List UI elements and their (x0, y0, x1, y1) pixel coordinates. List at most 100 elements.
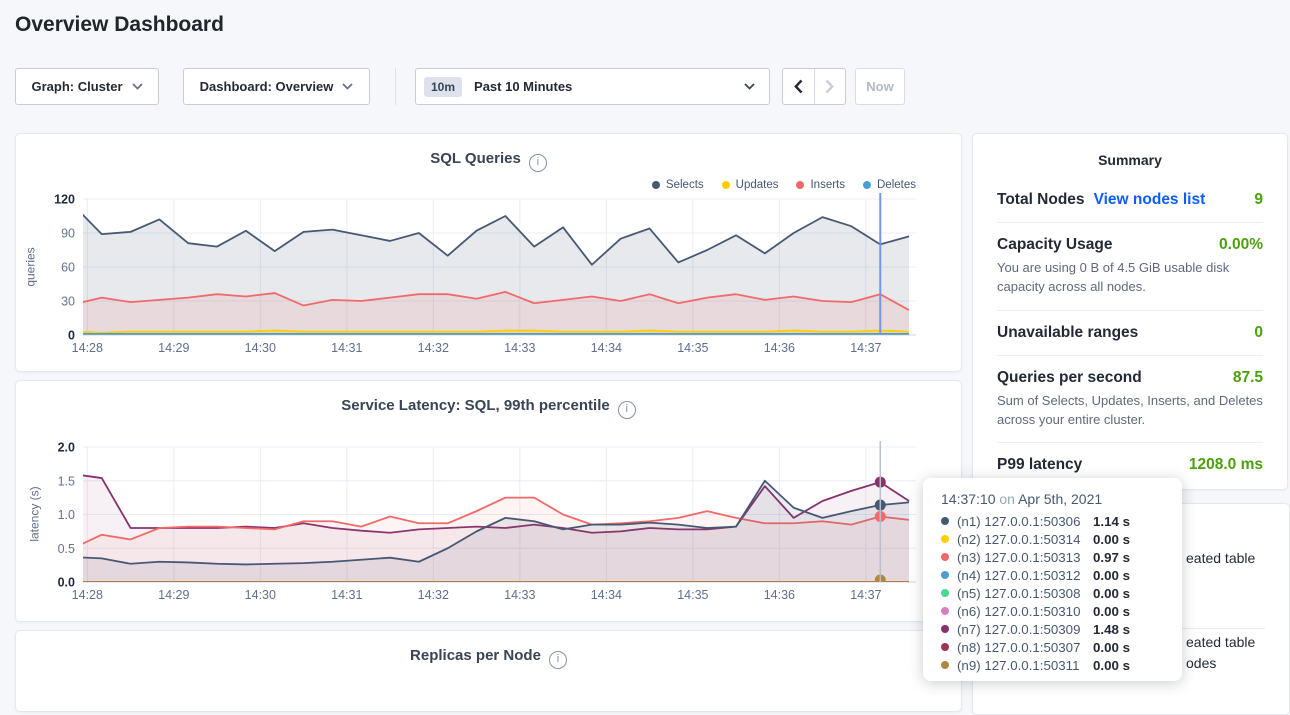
time-range-picker[interactable]: 10m Past 10 Minutes (415, 68, 770, 105)
svg-text:14:29: 14:29 (158, 588, 189, 602)
summary-row-total-nodes: Total Nodes View nodes list 9 (997, 178, 1263, 223)
tooltip-row: (n4) 127.0.0.1:503120.00 s (937, 566, 1168, 584)
chart-title-text: Replicas per Node (410, 647, 541, 664)
node-address: (n5) 127.0.0.1:50308 (957, 586, 1093, 601)
event-list-item[interactable]: eated table (1186, 550, 1255, 566)
tooltip-row: (n6) 127.0.0.1:503100.00 s (937, 602, 1168, 620)
tooltip-row: (n3) 127.0.0.1:503130.97 s (937, 548, 1168, 566)
node-color-dot (941, 553, 949, 561)
svg-text:60: 60 (61, 261, 75, 275)
node-color-dot (941, 661, 949, 669)
node-address: (n1) 127.0.0.1:50306 (957, 514, 1093, 529)
node-address: (n3) 127.0.0.1:50313 (957, 550, 1093, 565)
summary-label: Unavailable ranges (997, 324, 1138, 341)
node-color-dot (941, 517, 949, 525)
tooltip-rows: (n1) 127.0.0.1:503061.14 s(n2) 127.0.0.1… (937, 512, 1168, 674)
replicas-per-node-title: Replicas per Node (16, 647, 961, 669)
page-title: Overview Dashboard (15, 13, 224, 37)
dashboard-dropdown-label: Dashboard: Overview (200, 79, 334, 94)
svg-text:90: 90 (61, 227, 75, 241)
svg-text:1.0: 1.0 (58, 508, 75, 522)
view-nodes-list-link[interactable]: View nodes list (1094, 191, 1206, 208)
summary-label: Capacity Usage (997, 236, 1112, 253)
chevron-down-icon (744, 83, 755, 90)
svg-text:14:37: 14:37 (850, 588, 881, 602)
node-latency-value: 1.14 s (1093, 514, 1130, 529)
svg-text:14:37: 14:37 (850, 341, 881, 355)
svg-text:1.5: 1.5 (58, 474, 75, 488)
svg-text:14:31: 14:31 (331, 341, 362, 355)
dashboard-dropdown[interactable]: Dashboard: Overview (183, 68, 370, 105)
summary-title: Summary (973, 152, 1287, 168)
svg-text:30: 30 (61, 295, 75, 309)
node-color-dot (941, 643, 949, 651)
node-address: (n9) 127.0.0.1:50311 (957, 658, 1093, 673)
chevron-down-icon (132, 83, 143, 90)
summary-label: Total Nodes (997, 191, 1085, 208)
tooltip-row: (n5) 127.0.0.1:503080.00 s (937, 584, 1168, 602)
info-icon[interactable] (549, 651, 567, 669)
svg-text:14:35: 14:35 (677, 588, 708, 602)
summary-row-unavailable-ranges: Unavailable ranges 0 (997, 311, 1263, 356)
service-latency-card: Service Latency: SQL, 99th percentile la… (15, 380, 962, 622)
svg-text:14:28: 14:28 (72, 341, 103, 355)
now-button[interactable]: Now (855, 68, 905, 105)
tooltip-row: (n8) 127.0.0.1:503070.00 s (937, 638, 1168, 656)
node-address: (n8) 127.0.0.1:50307 (957, 640, 1093, 655)
tooltip-on: on (999, 491, 1015, 507)
svg-text:14:28: 14:28 (72, 588, 103, 602)
svg-text:14:32: 14:32 (418, 588, 449, 602)
tooltip-date: Apr 5th, 2021 (1018, 491, 1102, 507)
svg-text:14:32: 14:32 (418, 341, 449, 355)
summary-label: P99 latency (997, 456, 1082, 473)
node-latency-value: 0.97 s (1093, 550, 1130, 565)
service-latency-chart[interactable]: 0.00.51.01.52.014:2814:2914:3014:3114:32… (16, 381, 959, 619)
summary-value: 87.5 (1233, 369, 1263, 387)
event-list-item[interactable]: odes (1186, 655, 1216, 671)
node-address: (n4) 127.0.0.1:50312 (957, 568, 1093, 583)
tooltip-row: (n2) 127.0.0.1:503140.00 s (937, 530, 1168, 548)
replicas-per-node-card: Replicas per Node (15, 630, 962, 712)
svg-text:14:30: 14:30 (245, 588, 276, 602)
node-color-dot (941, 607, 949, 615)
sql-queries-chart[interactable]: 030609012014:2814:2914:3014:3114:3214:33… (16, 134, 959, 369)
step-forward-button[interactable] (814, 69, 846, 104)
node-latency-value: 0.00 s (1093, 604, 1130, 619)
tooltip-timestamp: 14:37:10 on Apr 5th, 2021 (941, 491, 1168, 507)
chevron-left-icon (794, 79, 803, 94)
time-range-label: Past 10 Minutes (474, 79, 744, 94)
summary-subtext: Sum of Selects, Updates, Inserts, and De… (997, 392, 1263, 430)
node-latency-value: 0.00 s (1093, 640, 1130, 655)
graph-dropdown-label: Graph: Cluster (31, 79, 122, 94)
chart-hover-tooltip: 14:37:10 on Apr 5th, 2021 (n1) 127.0.0.1… (923, 478, 1182, 681)
node-color-dot (941, 571, 949, 579)
summary-value: 1208.0 ms (1189, 456, 1263, 474)
svg-text:14:29: 14:29 (158, 341, 189, 355)
svg-text:14:35: 14:35 (677, 341, 708, 355)
summary-value: 9 (1254, 191, 1263, 209)
node-latency-value: 0.00 s (1093, 586, 1130, 601)
chevron-right-icon (825, 79, 834, 94)
tooltip-row: (n1) 127.0.0.1:503061.14 s (937, 512, 1168, 530)
svg-text:120: 120 (54, 193, 75, 207)
node-latency-value: 0.00 s (1093, 658, 1130, 673)
svg-text:14:34: 14:34 (591, 588, 622, 602)
svg-text:14:36: 14:36 (764, 341, 795, 355)
tooltip-row: (n7) 127.0.0.1:503091.48 s (937, 620, 1168, 638)
node-color-dot (941, 589, 949, 597)
graph-dropdown[interactable]: Graph: Cluster (15, 68, 159, 105)
node-latency-value: 0.00 s (1093, 568, 1130, 583)
sql-queries-card: SQL Queries SelectsUpdatesInsertsDeletes… (15, 133, 962, 372)
svg-text:14:36: 14:36 (764, 588, 795, 602)
chevron-down-icon (342, 83, 353, 90)
summary-row-capacity-usage: Capacity Usage 0.00% You are using 0 B o… (997, 223, 1263, 311)
node-color-dot (941, 535, 949, 543)
step-back-button[interactable] (783, 69, 814, 104)
tooltip-row: (n9) 127.0.0.1:503110.00 s (937, 656, 1168, 674)
svg-text:14:33: 14:33 (504, 341, 535, 355)
summary-body: Total Nodes View nodes list 9 Capacity Us… (973, 178, 1287, 487)
event-list-item[interactable]: eated table (1186, 634, 1255, 650)
svg-text:2.0: 2.0 (58, 441, 75, 455)
svg-text:14:31: 14:31 (331, 588, 362, 602)
tooltip-time: 14:37:10 (941, 491, 996, 507)
